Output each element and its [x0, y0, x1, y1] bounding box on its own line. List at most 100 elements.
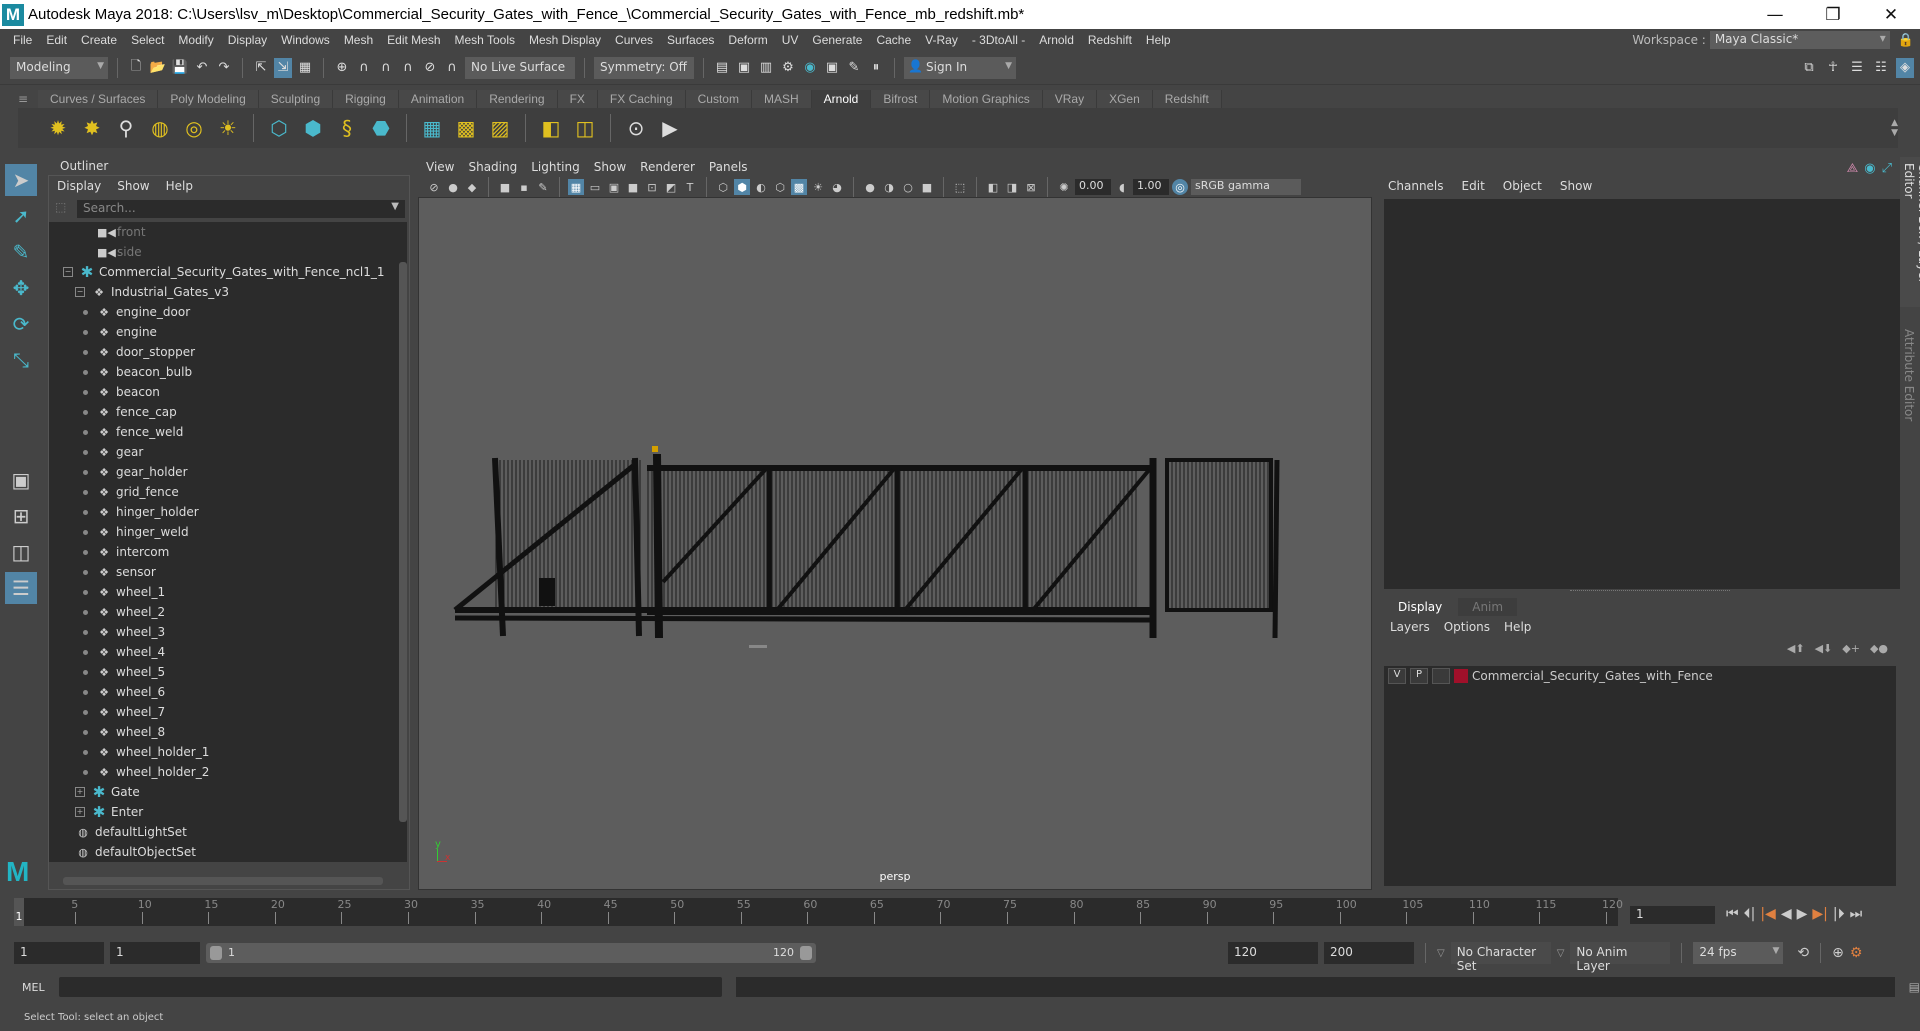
lock-icon[interactable]: 🔒	[1898, 33, 1914, 48]
menu-uv[interactable]: UV	[775, 33, 806, 47]
camera-select-icon[interactable]: ⊘	[426, 179, 442, 195]
menu-v-ray[interactable]: V-Ray	[918, 33, 965, 47]
character-set-arrow-icon[interactable]: ▽	[1437, 948, 1445, 959]
resolution-gate-icon[interactable]: ▣	[606, 179, 622, 195]
color-space-dropdown[interactable]: sRGB gamma	[1191, 179, 1301, 195]
menu-help[interactable]: Help	[1139, 33, 1178, 47]
lasso-tool-icon[interactable]: ➚	[5, 200, 37, 232]
viewport-menu-panels[interactable]: Panels	[709, 160, 748, 174]
channel-menu-object[interactable]: Object	[1503, 179, 1542, 193]
menu-mesh[interactable]: Mesh	[337, 33, 380, 47]
outliner-item[interactable]: ◍ defaultObjectSet	[49, 842, 399, 862]
outliner-item[interactable]: ❖ engine	[49, 322, 399, 342]
shelf-menu-icon[interactable]: ≡	[18, 92, 28, 106]
viewport-menu-lighting[interactable]: Lighting	[531, 160, 580, 174]
menu-select[interactable]: Select	[124, 33, 171, 47]
channel-menu-show[interactable]: Show	[1560, 179, 1592, 193]
outliner-layout-icon[interactable]: ☰	[5, 572, 37, 604]
redo-icon[interactable]: ↷	[215, 58, 233, 78]
menu-cache[interactable]: Cache	[869, 33, 918, 47]
snap-grid-icon[interactable]: ⊕	[333, 58, 351, 78]
shelf-tab-curves-surfaces[interactable]: Curves / Surfaces	[38, 90, 159, 108]
viewport-menu-shading[interactable]: Shading	[468, 160, 517, 174]
outliner-item[interactable]: ❖ wheel_5	[49, 662, 399, 682]
menu-windows[interactable]: Windows	[274, 33, 337, 47]
shelf-tab-sculpting[interactable]: Sculpting	[258, 90, 334, 108]
manipulator-icon[interactable]: ⟁	[1847, 161, 1859, 176]
shelf-tab-animation[interactable]: Animation	[398, 90, 478, 108]
go-to-end-icon[interactable]: ⏭	[1850, 906, 1863, 922]
step-back-frame-icon[interactable]: |◀	[1760, 906, 1775, 922]
shelf-tab-redshift[interactable]: Redshift	[1152, 90, 1222, 108]
motion-blur-icon[interactable]: ◑	[881, 179, 897, 195]
minimize-button[interactable]: —	[1746, 5, 1804, 25]
display-type-toggle[interactable]	[1432, 668, 1450, 684]
screen-space-ao-icon[interactable]: ●	[862, 179, 878, 195]
channel-box-icon[interactable]: ◈	[1896, 57, 1914, 78]
exposure-icon[interactable]: ✺	[1056, 179, 1072, 195]
attribute-editor-side-tab[interactable]: Attribute Editor	[1900, 323, 1918, 443]
playblast-icon[interactable]: ⊙	[622, 114, 650, 142]
playback-end-field[interactable]: 120	[1228, 942, 1318, 964]
shelf-tab-motion-graphics[interactable]: Motion Graphics	[930, 90, 1043, 108]
shelf-tab-arnold[interactable]: Arnold	[811, 90, 872, 108]
menu-generate[interactable]: Generate	[805, 33, 869, 47]
light-portal-icon[interactable]: ◎	[180, 114, 208, 142]
xray-icon[interactable]: ◧	[985, 179, 1001, 195]
symmetry-dropdown[interactable]: Symmetry: Off	[594, 56, 694, 79]
snap-point-icon[interactable]: ∩	[377, 58, 395, 78]
expand-toggle[interactable]: −	[63, 267, 73, 277]
outliner-item[interactable]: ■◀ front	[49, 222, 399, 242]
outliner-horizontal-scrollbar[interactable]	[63, 877, 383, 885]
image-plane-icon[interactable]: ■	[497, 179, 513, 195]
visibility-toggle[interactable]: V	[1388, 668, 1406, 684]
outliner-item[interactable]: ❖ beacon	[49, 382, 399, 402]
gamma-field[interactable]: 1.00	[1133, 179, 1169, 195]
render-view-icon[interactable]: ▣	[823, 58, 841, 78]
outliner-tab[interactable]: Outliner	[48, 157, 120, 175]
playback-start-field[interactable]: 1	[110, 942, 200, 964]
outliner-menu-display[interactable]: Display	[57, 179, 101, 193]
layer-tab-display[interactable]: Display	[1384, 598, 1457, 616]
snap-surface-icon[interactable]: ⊘	[421, 58, 439, 78]
move-tool-icon[interactable]: ✥	[5, 272, 37, 304]
safe-title-icon[interactable]: T	[682, 179, 698, 195]
expand-toggle[interactable]: −	[75, 287, 85, 297]
flush-textures-icon[interactable]: ▨	[486, 114, 514, 142]
script-language-label[interactable]: MEL	[22, 981, 45, 994]
outliner-menu-show[interactable]: Show	[117, 179, 149, 193]
shelf-tab-rendering[interactable]: Rendering	[477, 90, 558, 108]
snap-live-icon[interactable]: ∩	[443, 58, 461, 78]
wireframe-icon[interactable]: ⬡	[715, 179, 731, 195]
command-input[interactable]	[58, 977, 722, 997]
undo-icon[interactable]: ↶	[193, 58, 211, 78]
outliner-item[interactable]: ❖ wheel_6	[49, 682, 399, 702]
shelf-tab-vray[interactable]: VRay	[1042, 90, 1098, 108]
layer-menu-layers[interactable]: Layers	[1390, 620, 1430, 634]
menu-3dtoall[interactable]: - 3DtoAll -	[965, 33, 1032, 47]
xray-components-icon[interactable]: ⊠	[1023, 179, 1039, 195]
smooth-shade-icon[interactable]: ⬢	[734, 179, 750, 195]
outliner-item[interactable]: ❖ beacon_bulb	[49, 362, 399, 382]
character-set-dropdown[interactable]: No Character Set	[1450, 942, 1551, 973]
two-view-layout-icon[interactable]: ◫	[5, 536, 37, 568]
move-layer-down-icon[interactable]: ◀⬇	[1815, 642, 1833, 655]
range-start-handle[interactable]	[210, 946, 222, 960]
expand-toggle[interactable]: +	[75, 807, 85, 817]
exposure-field[interactable]: 0.00	[1075, 179, 1111, 195]
menu-arnold[interactable]: Arnold	[1032, 33, 1081, 47]
standin-create-icon[interactable]: ⬡	[265, 114, 293, 142]
film-gate-icon[interactable]: ▭	[587, 179, 603, 195]
tool-settings-icon[interactable]: ☷	[1872, 58, 1890, 78]
current-time-marker[interactable]: 1	[14, 898, 24, 926]
wireframe-on-shaded-icon[interactable]: ⬡	[772, 179, 788, 195]
textured-icon[interactable]: ▩	[791, 179, 807, 195]
current-frame-field[interactable]: 1	[1630, 906, 1715, 924]
shader-ball-icon[interactable]: ◧	[537, 114, 565, 142]
color-management-icon[interactable]: ◎	[1172, 179, 1188, 195]
outliner-item[interactable]: ❖ sensor	[49, 562, 399, 582]
anim-layer-dropdown[interactable]: No Anim Layer	[1570, 942, 1671, 973]
go-to-start-icon[interactable]: ⏮	[1726, 906, 1739, 922]
hypershade-icon[interactable]: ◉	[801, 58, 819, 78]
rotate-tool-icon[interactable]: ⟳	[5, 308, 37, 340]
